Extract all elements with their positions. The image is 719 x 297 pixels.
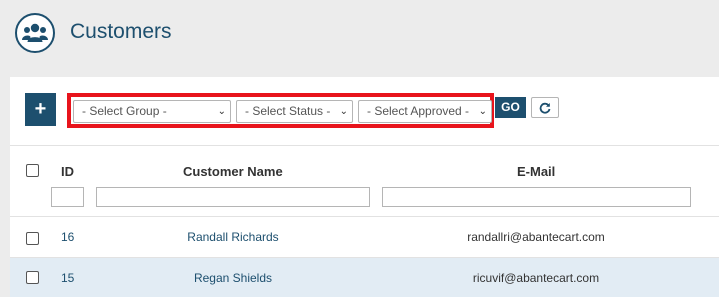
group-select-value: - Select Group -	[82, 104, 167, 118]
approved-select-value: - Select Approved -	[367, 104, 470, 118]
status-select[interactable]: - Select Status - ⌄	[236, 100, 353, 123]
grid-toolbar: + - Select Group - ⌄ - Select Status - ⌄…	[10, 77, 719, 145]
select-all-checkbox[interactable]	[26, 164, 39, 177]
customers-logo	[15, 13, 55, 53]
id-filter-input[interactable]	[51, 187, 84, 207]
row-email: ricuvif@abantecart.com	[472, 271, 600, 285]
customers-panel: + - Select Group - ⌄ - Select Status - ⌄…	[10, 77, 719, 297]
row-id: 15	[61, 271, 75, 285]
refresh-button[interactable]	[531, 97, 559, 118]
row-customer-name[interactable]: Regan Shields	[88, 271, 378, 285]
column-header-id[interactable]: ID	[61, 164, 74, 179]
add-customer-button[interactable]: +	[25, 93, 56, 126]
page-header: Customers	[0, 0, 719, 66]
column-header-email[interactable]: E-Mail	[517, 164, 555, 179]
users-icon	[22, 23, 48, 42]
filter-highlight-box: - Select Group - ⌄ - Select Status - ⌄ -…	[67, 93, 494, 128]
row-id: 16	[61, 230, 75, 244]
go-button[interactable]: GO	[495, 97, 526, 118]
column-header-customer-name[interactable]: Customer Name	[183, 164, 283, 179]
table-row[interactable]: 16 Randall Richards randallri@abantecart…	[10, 217, 719, 258]
status-select-value: - Select Status -	[245, 104, 331, 118]
chevron-down-icon: ⌄	[217, 106, 226, 117]
refresh-icon	[539, 102, 551, 114]
group-select[interactable]: - Select Group - ⌄	[73, 100, 231, 123]
table-header: ID Customer Name E-Mail	[10, 145, 719, 217]
row-customer-name[interactable]: Randall Richards	[88, 230, 378, 244]
chevron-down-icon: ⌄	[478, 106, 487, 117]
email-filter-input[interactable]	[382, 187, 691, 207]
page-title: Customers	[70, 20, 172, 43]
row-checkbox[interactable]	[26, 271, 39, 284]
name-filter-input[interactable]	[96, 187, 370, 207]
chevron-down-icon: ⌄	[339, 106, 348, 117]
table-row[interactable]: 15 Regan Shields ricuvif@abantecart.com	[10, 258, 719, 297]
row-email: randallri@abantecart.com	[467, 230, 605, 244]
row-checkbox[interactable]	[26, 232, 39, 245]
approved-select[interactable]: - Select Approved - ⌄	[358, 100, 492, 123]
